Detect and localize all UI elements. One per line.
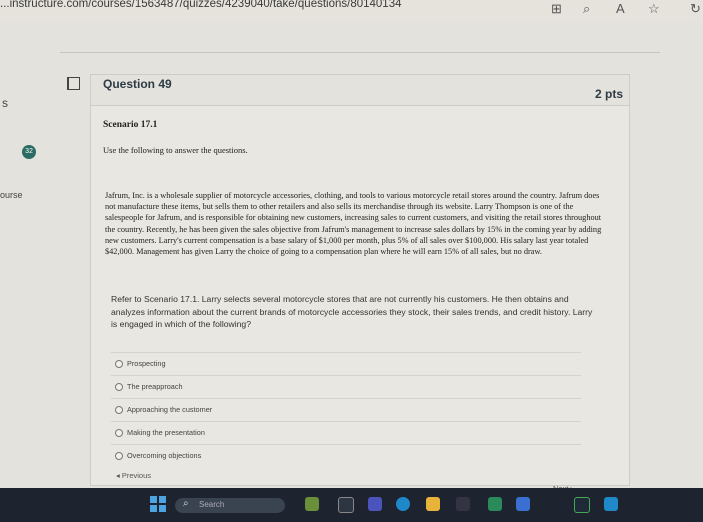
answer-label: The preapproach bbox=[127, 382, 183, 391]
word-app-icon[interactable] bbox=[516, 497, 530, 511]
answer-label: Approaching the customer bbox=[127, 405, 213, 414]
app-grid-icon[interactable]: ⊞ bbox=[551, 1, 562, 17]
read-aloud-icon[interactable]: A bbox=[616, 1, 625, 16]
taskbar: ⌕ Search bbox=[0, 488, 703, 522]
widget-app-icon[interactable] bbox=[305, 497, 319, 511]
radio-button[interactable] bbox=[115, 360, 123, 368]
task-view-icon[interactable] bbox=[338, 497, 354, 513]
answer-option[interactable]: Making the presentation bbox=[111, 421, 581, 444]
app-icon[interactable] bbox=[574, 497, 590, 513]
answer-list: Prospecting The preapproach Approaching … bbox=[111, 352, 581, 467]
scenario-body: Jafrum, Inc. is a wholesale supplier of … bbox=[105, 191, 602, 257]
taskbar-search[interactable]: ⌕ Search bbox=[175, 498, 285, 513]
question-points: 2 pts bbox=[595, 87, 624, 101]
question-card: Question 49 2 pts Scenario 17.1 Use the … bbox=[67, 74, 630, 486]
radio-button[interactable] bbox=[115, 383, 123, 391]
divider bbox=[60, 52, 660, 53]
scenario-title: Scenario 17.1 bbox=[103, 120, 158, 130]
favorite-star-icon[interactable]: ☆ bbox=[648, 1, 660, 17]
quiz-page: s 32 ourse Question 49 2 pts Scenario 17… bbox=[0, 22, 703, 493]
zoom-icon[interactable]: ⌕ bbox=[583, 1, 590, 17]
flag-question-icon[interactable] bbox=[67, 77, 80, 90]
radio-button[interactable] bbox=[115, 429, 123, 437]
sidebar-item-course[interactable]: ourse bbox=[0, 190, 23, 200]
notification-badge[interactable]: 32 bbox=[22, 145, 36, 159]
radio-button[interactable] bbox=[115, 406, 123, 414]
answer-label: Prospecting bbox=[127, 359, 166, 368]
windows-start-icon[interactable] bbox=[150, 496, 166, 512]
store-app-icon[interactable] bbox=[456, 497, 470, 511]
refresh-icon[interactable]: ↻ bbox=[690, 1, 701, 17]
excel-app-icon[interactable] bbox=[488, 497, 502, 511]
address-bar[interactable]: ...instructure.com/courses/1563487/quizz… bbox=[0, 0, 402, 10]
search-icon: ⌕ bbox=[183, 498, 189, 509]
scenario-intro: Use the following to answer the question… bbox=[103, 145, 248, 155]
answer-option[interactable]: Prospecting bbox=[111, 352, 581, 375]
browser-toolbar: ...instructure.com/courses/1563487/quizz… bbox=[0, 0, 703, 22]
sidebar-partial-label: s bbox=[2, 96, 8, 110]
question-header: Question 49 2 pts bbox=[67, 75, 629, 106]
previous-button[interactable]: ◂ Previous bbox=[116, 471, 151, 480]
teams-app-icon[interactable] bbox=[368, 497, 382, 511]
question-title: Question 49 bbox=[103, 77, 172, 91]
edge-browser-icon[interactable] bbox=[396, 497, 410, 511]
answer-label: Making the presentation bbox=[127, 428, 205, 437]
answer-option[interactable]: Overcoming objections bbox=[111, 444, 581, 467]
question-prompt: Refer to Scenario 17.1. Larry selects se… bbox=[111, 294, 593, 329]
search-placeholder: Search bbox=[199, 500, 225, 509]
app-icon[interactable] bbox=[604, 497, 618, 511]
radio-button[interactable] bbox=[115, 452, 123, 460]
answer-label: Overcoming objections bbox=[127, 451, 202, 460]
file-explorer-icon[interactable] bbox=[426, 497, 440, 511]
answer-option[interactable]: The preapproach bbox=[111, 375, 581, 398]
answer-option[interactable]: Approaching the customer bbox=[111, 398, 581, 421]
